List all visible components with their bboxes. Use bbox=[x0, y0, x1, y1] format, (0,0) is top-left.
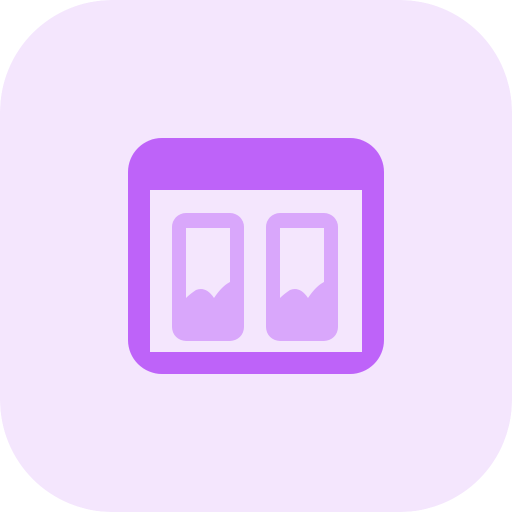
app-icon-tile bbox=[0, 0, 512, 512]
browser-window-split-view-icon bbox=[0, 0, 512, 512]
